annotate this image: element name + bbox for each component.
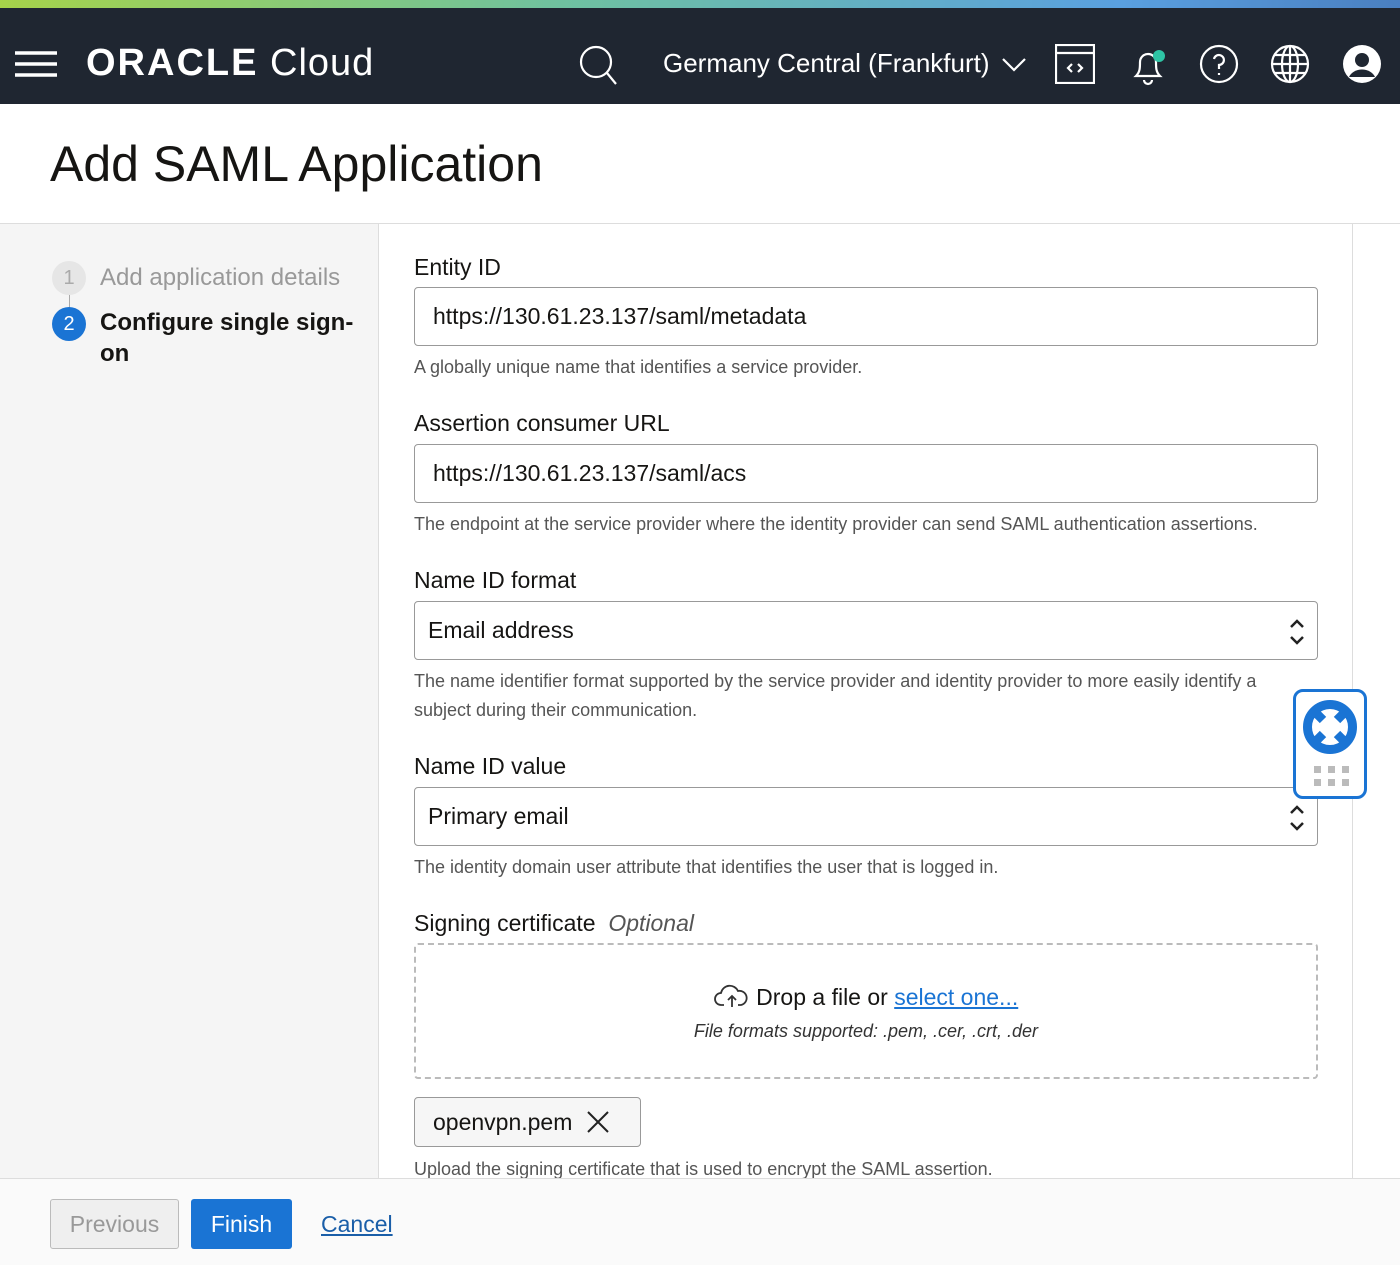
bell-icon[interactable] <box>1128 44 1168 86</box>
entity-id-label: Entity ID <box>414 254 501 280</box>
step-label: Add application details <box>100 264 341 291</box>
region-selector[interactable]: Germany Central (Frankfurt) <box>663 48 1027 79</box>
name-id-format-select[interactable]: Email address <box>414 601 1318 660</box>
top-accent-bar <box>0 0 1400 8</box>
name-id-value-label: Name ID value <box>414 753 567 779</box>
step-label: Configure single sign-on <box>100 309 354 367</box>
code-editor-icon[interactable] <box>1055 44 1095 84</box>
menu-icon[interactable] <box>15 50 57 78</box>
step-number: 1 <box>52 261 86 295</box>
acs-url-input[interactable]: https://130.61.23.137/saml/acs <box>414 444 1318 503</box>
name-id-value-help: The identity domain user attribute that … <box>414 857 999 877</box>
selected-value: Primary email <box>428 803 569 829</box>
step-configure-sso[interactable]: 2 Configure single sign-on <box>52 307 362 369</box>
select-updown-icon <box>1290 805 1304 831</box>
step-add-application-details[interactable]: 1 Add application details <box>52 261 340 295</box>
finish-button[interactable]: Finish <box>191 1199 292 1249</box>
drag-handle-icon[interactable] <box>1312 764 1352 788</box>
acs-url-label: Assertion consumer URL <box>414 410 670 436</box>
file-drop-zone[interactable]: Drop a file or select one... File format… <box>414 943 1318 1079</box>
lifebuoy-icon <box>1303 700 1357 754</box>
oracle-cloud-logo[interactable]: ORACLE Cloud <box>86 42 374 85</box>
search-icon[interactable] <box>578 44 618 86</box>
globe-icon[interactable] <box>1270 44 1310 84</box>
acs-url-help: The endpoint at the service provider whe… <box>414 514 1258 534</box>
page-header: Add SAML Application <box>0 104 1400 224</box>
user-avatar-icon[interactable] <box>1342 44 1382 84</box>
chevron-down-icon <box>1001 58 1026 72</box>
select-updown-icon <box>1290 619 1304 645</box>
wizard-steps: 1 Add application details 2 Configure si… <box>0 224 379 1179</box>
drop-text: Drop a file or <box>756 984 888 1010</box>
entity-id-input[interactable]: https://130.61.23.137/saml/metadata <box>414 287 1318 346</box>
file-formats: File formats supported: .pem, .cer, .crt… <box>693 1021 1039 1041</box>
signing-cert-label: Signing certificate Optional <box>414 910 694 936</box>
step-number: 2 <box>52 307 86 341</box>
help-icon[interactable] <box>1199 44 1239 84</box>
selected-value: Email address <box>428 617 574 643</box>
optional-tag: Optional <box>608 910 694 936</box>
wizard-footer: Previous Finish Cancel <box>0 1178 1400 1265</box>
file-name: openvpn.pem <box>433 1108 573 1135</box>
name-id-value-select[interactable]: Primary email <box>414 787 1318 846</box>
select-file-link[interactable]: select one... <box>894 984 1018 1010</box>
top-nav: ORACLE Cloud Germany Central (Frankfurt) <box>0 8 1400 104</box>
cloud-upload-icon <box>713 984 748 1007</box>
previous-button[interactable]: Previous <box>50 1199 179 1249</box>
name-id-format-help: The name identifier format supported by … <box>414 671 1257 720</box>
cancel-link[interactable]: Cancel <box>321 1199 393 1249</box>
page-title: Add SAML Application <box>50 135 543 192</box>
uploaded-file-chip: openvpn.pem <box>414 1097 641 1147</box>
help-widget[interactable] <box>1293 689 1367 799</box>
name-id-format-label: Name ID format <box>414 567 577 593</box>
close-icon[interactable] <box>586 1110 610 1134</box>
entity-id-help: A globally unique name that identifies a… <box>414 357 863 377</box>
